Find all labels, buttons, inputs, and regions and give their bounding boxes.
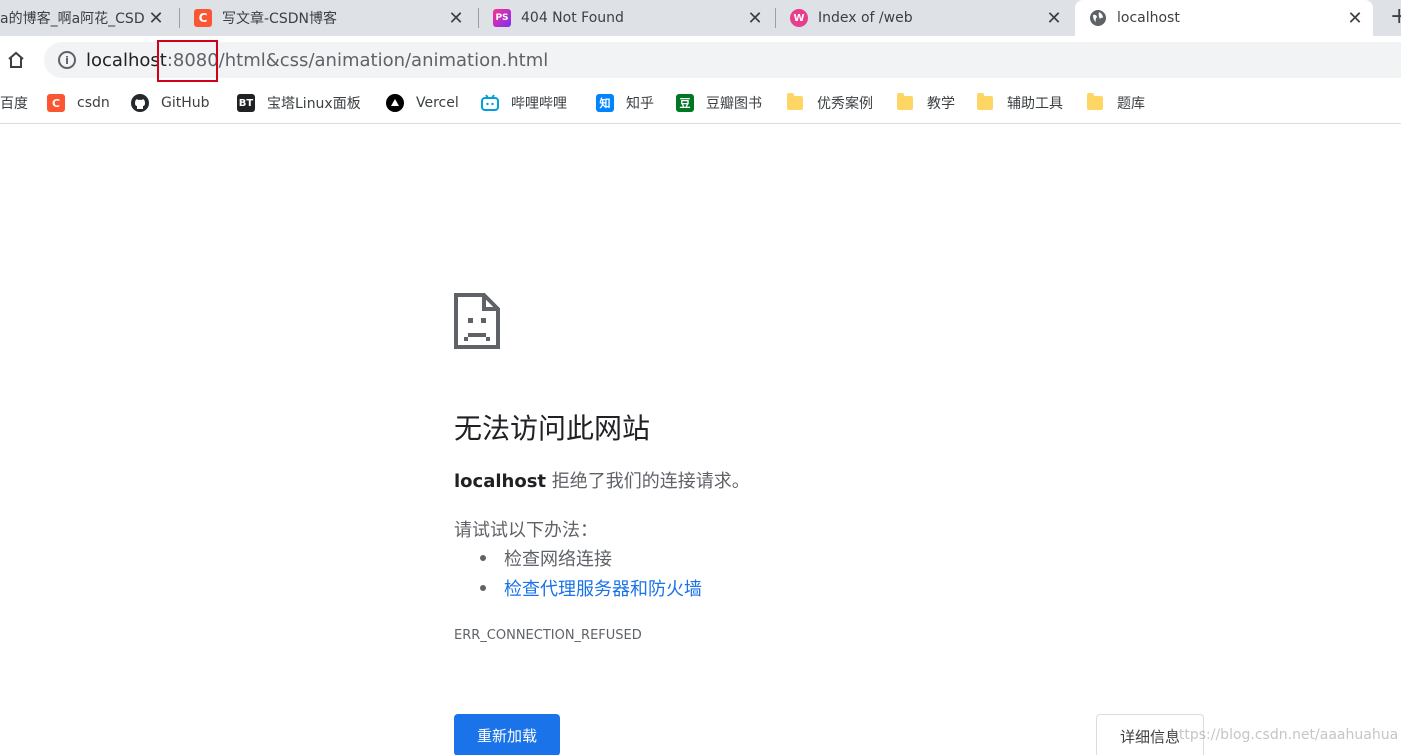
bookmark-folder-teaching[interactable]: 教学 <box>897 92 955 114</box>
home-icon[interactable] <box>6 50 26 70</box>
info-icon[interactable]: i <box>58 51 76 69</box>
try-label: 请试试以下办法： <box>454 520 598 541</box>
bookmark-label: 教学 <box>927 96 955 112</box>
tab-title: localhost <box>1117 10 1180 26</box>
folder-icon <box>977 93 993 110</box>
bilibili-icon <box>481 94 499 112</box>
new-tab-button[interactable]: + <box>1390 4 1401 29</box>
bookmarks-bar: 百度 C csdn GitHub BT 宝塔Linux面板 Vercel 哔哩哔… <box>0 84 1401 124</box>
close-icon[interactable]: ✕ <box>146 8 166 29</box>
tab-csdn-blog[interactable]: a的博客_啊a阿花_CSD ✕ <box>0 0 172 36</box>
bookmark-folder-tools[interactable]: 辅助工具 <box>977 92 1063 114</box>
bookmark-baidu[interactable]: 百度 <box>0 92 28 114</box>
port-highlight-box <box>157 40 218 82</box>
bookmark-label: csdn <box>77 95 110 111</box>
error-message: 拒绝了我们的连接请求。 <box>546 471 750 492</box>
close-icon[interactable]: ✕ <box>745 8 765 29</box>
bookmark-csdn[interactable]: C csdn <box>47 92 110 114</box>
url-text[interactable]: localhost:8080/html&css/animation/animat… <box>86 50 548 71</box>
bookmark-douban[interactable]: 豆 豆瓣图书 <box>676 92 762 114</box>
watermark: https://blog.csdn.net/aaahuahua <box>1170 727 1399 743</box>
tab-localhost[interactable]: localhost ✕ <box>1075 0 1373 36</box>
bookmark-zhihu[interactable]: 知 知乎 <box>596 92 654 114</box>
folder-icon <box>897 93 913 110</box>
address-bar[interactable]: i localhost:8080/html&css/animation/anim… <box>44 42 1401 78</box>
folder-icon <box>1087 93 1103 110</box>
bookmark-label: 辅助工具 <box>1007 96 1063 112</box>
suggestion-text: 检查网络连接 <box>504 549 612 570</box>
wamp-icon: W <box>790 9 808 27</box>
bookmark-vercel[interactable]: Vercel <box>386 92 459 114</box>
error-title: 无法访问此网站 <box>454 412 651 445</box>
tab-index-web[interactable]: W Index of /web ✕ <box>780 0 1070 36</box>
sad-page-icon <box>454 293 500 349</box>
tab-separator <box>775 8 776 28</box>
bookmark-label: 百度 <box>0 96 28 112</box>
bookmark-label: 宝塔Linux面板 <box>267 96 361 112</box>
bookmark-label: 知乎 <box>626 96 654 112</box>
bookmark-github[interactable]: GitHub <box>131 92 210 114</box>
vercel-icon <box>386 94 404 112</box>
bullet <box>480 585 486 591</box>
tab-title: 写文章-CSDN博客 <box>222 11 337 27</box>
bookmark-label: GitHub <box>161 95 210 111</box>
tab-separator <box>478 8 479 28</box>
csdn-icon: C <box>194 9 212 27</box>
github-icon <box>131 94 149 112</box>
error-description: localhost 拒绝了我们的连接请求。 <box>454 467 750 493</box>
url-host: localhost <box>86 49 167 71</box>
tab-404[interactable]: PS 404 Not Found ✕ <box>483 0 771 36</box>
close-icon[interactable]: ✕ <box>1345 8 1365 29</box>
zhihu-icon: 知 <box>596 94 614 112</box>
tab-title: 404 Not Found <box>521 10 624 26</box>
douban-icon: 豆 <box>676 94 694 112</box>
phpstorm-icon: PS <box>493 9 511 27</box>
close-icon[interactable]: ✕ <box>446 8 466 29</box>
tab-csdn-write[interactable]: C 写文章-CSDN博客 ✕ <box>184 0 472 36</box>
reload-button[interactable]: 重新加载 <box>454 714 560 755</box>
tab-title: Index of /web <box>818 10 913 26</box>
tab-separator <box>179 8 180 28</box>
folder-icon <box>787 93 803 110</box>
bt-icon: BT <box>237 94 255 112</box>
bookmark-folder-questions[interactable]: 题库 <box>1087 92 1145 114</box>
bookmark-label: Vercel <box>416 95 459 111</box>
suggestion-check-network: 检查网络连接 <box>480 545 612 571</box>
bullet <box>480 555 486 561</box>
globe-icon <box>1089 9 1107 27</box>
error-host: localhost <box>454 471 547 492</box>
bookmark-folder-cases[interactable]: 优秀案例 <box>787 92 873 114</box>
suggestion-text[interactable]: 检查代理服务器和防火墙 <box>504 575 702 601</box>
csdn-icon: C <box>47 94 65 112</box>
bookmark-bilibili[interactable]: 哔哩哔哩 <box>481 92 567 114</box>
bookmark-bt-panel[interactable]: BT 宝塔Linux面板 <box>237 92 361 114</box>
close-icon[interactable]: ✕ <box>1044 8 1064 29</box>
bookmark-label: 题库 <box>1117 96 1145 112</box>
bookmark-label: 哔哩哔哩 <box>511 96 567 112</box>
suggestion-check-proxy-link[interactable]: 检查代理服务器和防火墙 <box>480 575 702 601</box>
tab-strip: a的博客_啊a阿花_CSD ✕ C 写文章-CSDN博客 ✕ PS 404 No… <box>0 0 1401 36</box>
bookmark-label: 豆瓣图书 <box>706 96 762 112</box>
url-path: :8080/html&css/animation/animation.html <box>166 49 549 71</box>
tab-title: a的博客_啊a阿花_CSD <box>0 11 145 27</box>
error-code: ERR_CONNECTION_REFUSED <box>454 628 642 643</box>
bookmark-label: 优秀案例 <box>817 96 873 112</box>
